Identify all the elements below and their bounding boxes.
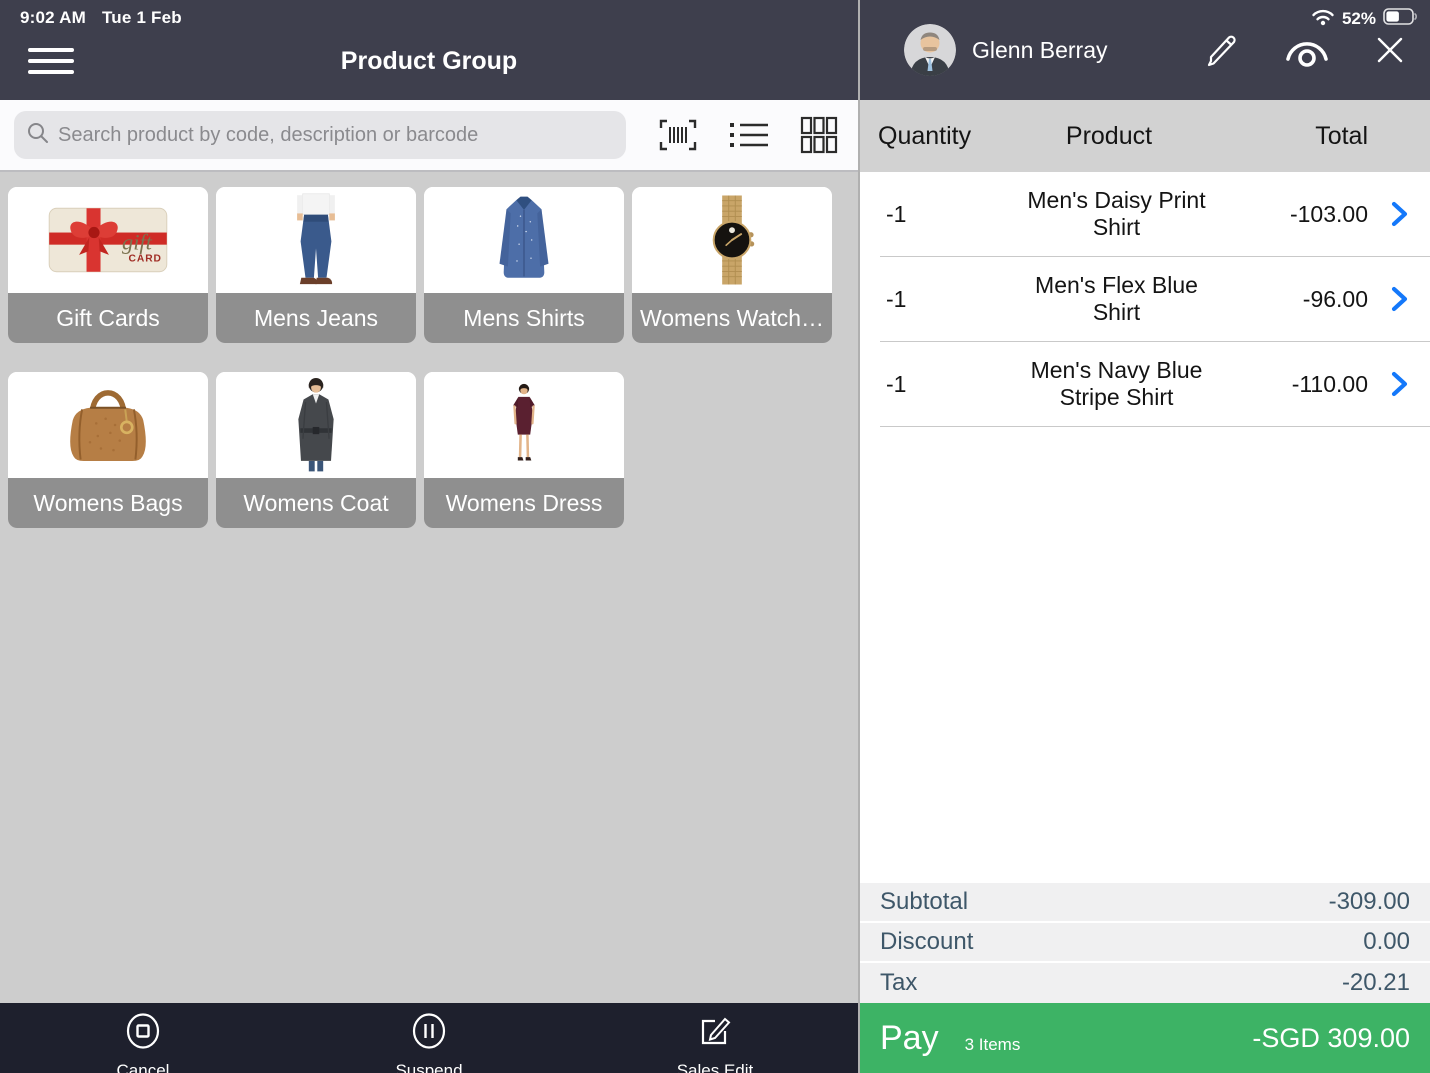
product-group-card-womens-bags[interactable]: Womens Bags (8, 372, 208, 528)
mens-shirt-image (424, 187, 624, 293)
status-date: Tue 1 Feb (102, 8, 182, 28)
status-bar-left: 9:02 AM Tue 1 Feb (20, 8, 182, 28)
cancel-label: Cancel (117, 1061, 170, 1073)
cart-panel: 52% (858, 0, 1430, 1073)
product-group-card-womens-coat[interactable]: Womens Coat (216, 372, 416, 528)
discount-label: Discount (880, 928, 1363, 956)
product-group-label: Gift Cards (8, 293, 208, 343)
search-box[interactable] (14, 111, 626, 159)
row-quantity: -1 (880, 286, 1010, 313)
customer-avatar[interactable] (904, 24, 956, 76)
summary-row-tax: Tax -20.21 (860, 963, 1430, 1003)
cart-row-3[interactable]: -1 Men's Navy Blue Stripe Shirt -110.00 (880, 342, 1430, 427)
row-product: Men's Daisy Print Shirt (1010, 187, 1223, 241)
cart-rows: -1 Men's Daisy Print Shirt -103.00 -1 Me… (860, 172, 1430, 427)
sales-bottom-bar: Cancel Suspend (0, 1003, 858, 1073)
suspend-button[interactable]: Suspend (286, 1003, 572, 1073)
summary-row-discount: Discount 0.00 (860, 923, 1430, 963)
suspend-label: Suspend (395, 1061, 462, 1073)
svg-text:gift: gift (122, 229, 153, 254)
summary-row-subtotal: Subtotal -309.00 (860, 883, 1430, 923)
cancel-button[interactable]: Cancel (0, 1003, 286, 1073)
product-group-card-womens-dress[interactable]: Womens Dress (424, 372, 624, 528)
cart-summary: Subtotal -309.00 Discount 0.00 Tax -20.2… (860, 883, 1430, 1003)
tax-label: Tax (880, 969, 1342, 997)
customer-name: Glenn Berray (972, 37, 1108, 64)
discount-value: 0.00 (1363, 928, 1410, 956)
row-total: -96.00 (1223, 286, 1368, 313)
product-group-card-mens-jeans[interactable]: Mens Jeans (216, 187, 416, 343)
product-group-label: Womens Dress (424, 478, 624, 528)
product-group-grid: gift CARD Gift Cards (0, 172, 858, 1003)
column-header-quantity: Quantity (860, 122, 1010, 151)
chevron-right-icon[interactable] (1368, 286, 1430, 312)
product-group-card-gift-cards[interactable]: gift CARD Gift Cards (8, 187, 208, 343)
grid-view-icon[interactable] (800, 116, 838, 154)
left-header: 9:02 AM Tue 1 Feb Product Group (0, 0, 858, 100)
mens-jeans-image (216, 187, 416, 293)
search-icon (26, 121, 50, 150)
womens-watch-image (632, 187, 832, 293)
cart-row-2[interactable]: -1 Men's Flex Blue Shirt -96.00 (880, 257, 1430, 342)
cart-header-icons (1204, 32, 1406, 68)
status-time: 9:02 AM (20, 8, 86, 28)
product-group-label: Womens Watch… (632, 293, 832, 343)
row-product: Men's Navy Blue Stripe Shirt (1010, 357, 1223, 411)
product-group-label: Mens Shirts (424, 293, 624, 343)
row-quantity: -1 (880, 371, 1010, 398)
product-group-label: Womens Bags (8, 478, 208, 528)
right-header: 52% (860, 0, 1430, 100)
status-bar-right: 52% (1311, 7, 1418, 31)
row-product: Men's Flex Blue Shirt (1010, 272, 1223, 326)
search-input[interactable] (58, 124, 614, 147)
page-title: Product Group (0, 47, 858, 76)
womens-coat-image (216, 372, 416, 478)
edit-pencil-icon[interactable] (1204, 32, 1240, 68)
cart-empty-space (860, 427, 1430, 883)
sales-edit-button[interactable]: Sales Edit (572, 1003, 858, 1073)
subtotal-label: Subtotal (880, 888, 1329, 916)
row-quantity: -1 (880, 201, 1010, 228)
row-total: -110.00 (1223, 371, 1368, 398)
subtotal-value: -309.00 (1329, 888, 1410, 916)
product-group-label: Mens Jeans (216, 293, 416, 343)
pause-circle-icon (409, 1011, 449, 1056)
sales-edit-label: Sales Edit (677, 1061, 754, 1073)
chevron-right-icon[interactable] (1368, 201, 1430, 227)
product-group-panel: 9:02 AM Tue 1 Feb Product Group (0, 0, 858, 1073)
pay-amount: -SGD 309.00 (1252, 1023, 1410, 1054)
view-toggle-icons (658, 116, 844, 154)
list-view-icon[interactable] (728, 119, 770, 151)
womens-bag-image (8, 372, 208, 478)
womens-dress-image (424, 372, 624, 478)
svg-text:CARD: CARD (129, 253, 162, 264)
close-icon[interactable] (1374, 34, 1406, 66)
pos-app: 9:02 AM Tue 1 Feb Product Group (0, 0, 1430, 1073)
stop-circle-icon (123, 1011, 163, 1056)
pay-items-count: 3 Items (965, 1035, 1021, 1055)
tax-value: -20.21 (1342, 969, 1410, 997)
pay-button[interactable]: Pay 3 Items -SGD 309.00 (860, 1003, 1430, 1073)
search-strip (0, 100, 858, 172)
battery-percent: 52% (1342, 9, 1376, 29)
battery-icon (1383, 8, 1418, 30)
gift-card-image: gift CARD (8, 187, 208, 293)
column-header-total: Total (1208, 122, 1368, 151)
row-total: -103.00 (1223, 201, 1368, 228)
cart-row-1[interactable]: -1 Men's Daisy Print Shirt -103.00 (880, 172, 1430, 257)
chevron-right-icon[interactable] (1368, 371, 1430, 397)
pay-label: Pay (880, 1019, 939, 1058)
wifi-icon (1311, 7, 1335, 31)
product-group-card-mens-shirts[interactable]: Mens Shirts (424, 187, 624, 343)
barcode-scan-icon[interactable] (658, 116, 698, 154)
product-group-card-womens-watch[interactable]: Womens Watch… (632, 187, 832, 343)
column-header-product: Product (1010, 122, 1208, 151)
sales-edit-icon (695, 1011, 735, 1056)
customer-screen-icon[interactable] (1284, 32, 1330, 68)
cart-table-header: Quantity Product Total (860, 100, 1430, 172)
product-group-label: Womens Coat (216, 478, 416, 528)
